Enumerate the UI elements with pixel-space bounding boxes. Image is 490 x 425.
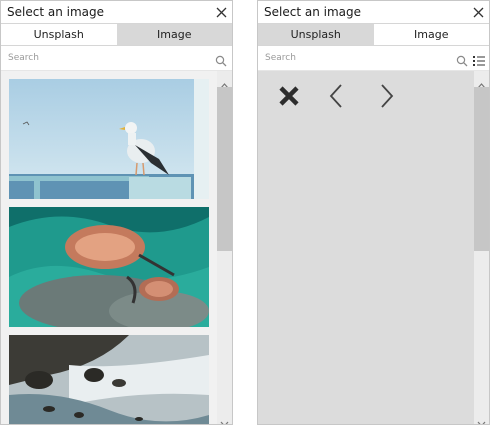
seagull-photo: [9, 79, 209, 199]
vertical-scrollbar[interactable]: [474, 71, 489, 424]
scroll-thumb[interactable]: [217, 87, 232, 251]
image-preview-area: [258, 71, 489, 424]
tab-image[interactable]: Image: [373, 24, 489, 45]
scroll-down-icon[interactable]: [477, 413, 486, 424]
tab-unsplash[interactable]: Unsplash: [1, 24, 117, 45]
search-bar: [1, 46, 232, 71]
chevron-right-icon[interactable]: [373, 83, 399, 109]
titlebar: Select an image: [258, 1, 489, 24]
tab-unsplash[interactable]: Unsplash: [258, 24, 374, 45]
search-bar: [258, 46, 489, 71]
image-thumbnail[interactable]: [9, 207, 209, 327]
tab-bar: Unsplash Image: [1, 24, 232, 46]
search-icon[interactable]: [456, 52, 468, 67]
panel-title: Select an image: [264, 5, 361, 19]
close-icon[interactable]: [214, 5, 228, 19]
scroll-down-icon[interactable]: [220, 413, 229, 424]
search-input[interactable]: [6, 50, 200, 66]
vertical-scrollbar[interactable]: [217, 71, 232, 424]
tab-image[interactable]: Image: [116, 24, 232, 45]
list-view-icon[interactable]: [473, 52, 485, 66]
rocky-coast-photo: [9, 335, 209, 424]
close-icon[interactable]: [471, 5, 485, 19]
close-x-icon[interactable]: [276, 83, 302, 109]
scroll-up-icon[interactable]: [477, 75, 486, 89]
image-picker-panel-image: Select an image Unsplash Image: [257, 0, 490, 425]
image-thumbnail[interactable]: [9, 335, 209, 424]
titlebar: Select an image: [1, 1, 232, 24]
image-thumbnail[interactable]: [9, 79, 209, 199]
tab-bar: Unsplash Image: [258, 24, 489, 46]
chevron-left-icon[interactable]: [324, 83, 350, 109]
panel-title: Select an image: [7, 5, 104, 19]
scroll-thumb[interactable]: [474, 87, 489, 251]
image-picker-panel-unsplash: Select an image Unsplash Image: [0, 0, 233, 425]
search-icon[interactable]: [215, 52, 227, 67]
sunglasses-photo: [9, 207, 209, 327]
scroll-up-icon[interactable]: [220, 75, 229, 89]
image-results-list: [1, 71, 232, 424]
search-input[interactable]: [263, 50, 457, 66]
